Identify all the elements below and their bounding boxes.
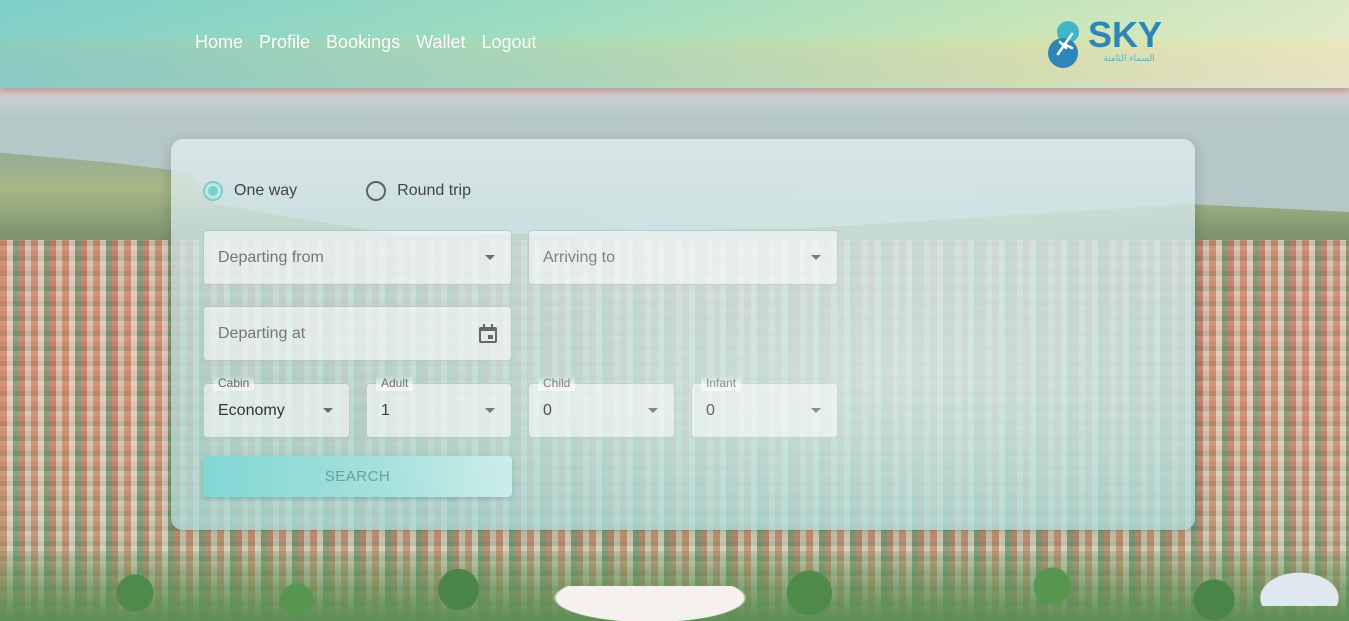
search-button[interactable]: SEARCH <box>203 456 512 497</box>
child-label: Child <box>538 375 576 391</box>
main-nav: Home Profile Bookings Wallet Logout <box>195 32 537 53</box>
adult-value: 1 <box>381 401 390 419</box>
sky-logo[interactable]: SKY السماء الثامنة <box>1046 14 1176 70</box>
one-way-label: One way <box>234 182 298 199</box>
nav-logout[interactable]: Logout <box>481 32 536 53</box>
background-dome-structure <box>1250 566 1349 606</box>
round-trip-radio[interactable]: Round trip <box>366 181 471 201</box>
adult-label: Adult <box>376 375 414 391</box>
radio-unchecked-icon <box>366 181 387 201</box>
infant-label: Infant <box>701 375 742 391</box>
chevron-down-icon <box>811 255 821 260</box>
top-navbar: Home Profile Bookings Wallet Logout SKY … <box>0 0 1349 88</box>
trip-type-radio-group: One way Round trip <box>203 181 471 201</box>
departing-from-select[interactable]: Departing from <box>203 230 512 285</box>
chevron-down-icon <box>323 408 333 413</box>
logo-mark-icon <box>1048 21 1079 68</box>
cabin-select[interactable]: Cabin Economy <box>203 375 350 438</box>
nav-wallet[interactable]: Wallet <box>416 32 465 53</box>
arriving-to-select[interactable]: Arriving to <box>528 230 838 285</box>
calendar-icon[interactable] <box>479 324 497 343</box>
infant-value: 0 <box>706 401 715 419</box>
one-way-radio[interactable]: One way <box>203 181 297 201</box>
departing-at-date-input[interactable]: Departing at <box>203 306 512 361</box>
departing-from-placeholder: Departing from <box>218 248 324 266</box>
arriving-to-placeholder: Arriving to <box>543 248 616 266</box>
cabin-label: Cabin <box>213 375 255 391</box>
background-roof-structure <box>540 586 760 621</box>
logo-text: SKY <box>1088 14 1163 55</box>
nav-home[interactable]: Home <box>195 32 243 53</box>
child-select[interactable]: Child 0 <box>528 375 675 438</box>
child-value: 0 <box>543 401 552 419</box>
nav-bookings[interactable]: Bookings <box>326 32 400 53</box>
chevron-down-icon <box>811 408 821 413</box>
round-trip-label: Round trip <box>397 182 471 199</box>
radio-checked-icon <box>203 181 223 201</box>
adult-select[interactable]: Adult 1 <box>366 375 512 438</box>
nav-profile[interactable]: Profile <box>259 32 310 53</box>
departing-at-placeholder: Departing at <box>218 324 306 342</box>
infant-select[interactable]: Infant 0 <box>691 375 838 438</box>
chevron-down-icon <box>485 408 495 413</box>
chevron-down-icon <box>648 408 658 413</box>
chevron-down-icon <box>485 255 495 260</box>
logo-subtitle: السماء الثامنة <box>1103 54 1155 64</box>
cabin-value: Economy <box>218 401 285 419</box>
flight-search-card: One way Round trip Departing from Arrivi… <box>171 139 1195 530</box>
